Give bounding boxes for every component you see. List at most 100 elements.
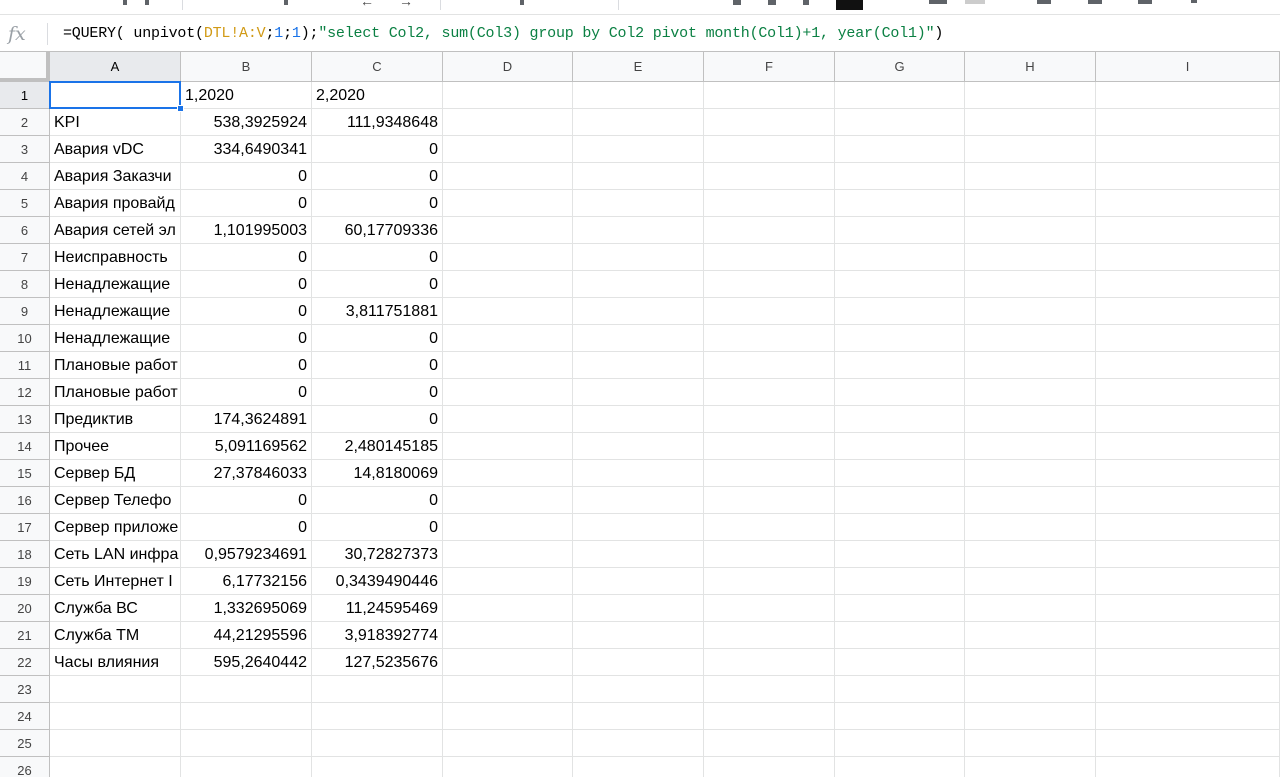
cell-a18[interactable]: Сеть LAN инфра bbox=[50, 541, 181, 568]
cell-g7[interactable] bbox=[835, 244, 965, 271]
cell-h5[interactable] bbox=[965, 190, 1096, 217]
cell-b16[interactable]: 0 bbox=[181, 487, 312, 514]
row-header-15[interactable]: 15 bbox=[0, 460, 50, 487]
cell-h14[interactable] bbox=[965, 433, 1096, 460]
cell-g14[interactable] bbox=[835, 433, 965, 460]
cell-e2[interactable] bbox=[573, 109, 704, 136]
cell-e22[interactable] bbox=[573, 649, 704, 676]
cell-h25[interactable] bbox=[965, 730, 1096, 757]
cell-a16[interactable]: Сервер Телефо bbox=[50, 487, 181, 514]
cell-i25[interactable] bbox=[1096, 730, 1280, 757]
cell-d20[interactable] bbox=[443, 595, 573, 622]
cell-c16[interactable]: 0 bbox=[312, 487, 443, 514]
cell-f16[interactable] bbox=[704, 487, 835, 514]
cell-b8[interactable]: 0 bbox=[181, 271, 312, 298]
cell-e9[interactable] bbox=[573, 298, 704, 325]
toolbar-icon[interactable] bbox=[123, 0, 127, 5]
row-header-14[interactable]: 14 bbox=[0, 433, 50, 460]
row-header-19[interactable]: 19 bbox=[0, 568, 50, 595]
cell-a9[interactable]: Ненадлежащие bbox=[50, 298, 181, 325]
cell-f17[interactable] bbox=[704, 514, 835, 541]
cell-i15[interactable] bbox=[1096, 460, 1280, 487]
cell-c3[interactable]: 0 bbox=[312, 136, 443, 163]
cell-f2[interactable] bbox=[704, 109, 835, 136]
cell-g6[interactable] bbox=[835, 217, 965, 244]
row-header-22[interactable]: 22 bbox=[0, 649, 50, 676]
cell-h11[interactable] bbox=[965, 352, 1096, 379]
cell-b14[interactable]: 5,091169562 bbox=[181, 433, 312, 460]
row-header-17[interactable]: 17 bbox=[0, 514, 50, 541]
column-header-h[interactable]: H bbox=[965, 52, 1096, 82]
cell-h3[interactable] bbox=[965, 136, 1096, 163]
cell-e23[interactable] bbox=[573, 676, 704, 703]
row-header-20[interactable]: 20 bbox=[0, 595, 50, 622]
cell-e1[interactable] bbox=[573, 82, 704, 109]
cell-c1[interactable]: 2,2020 bbox=[312, 82, 443, 109]
cell-b5[interactable]: 0 bbox=[181, 190, 312, 217]
cell-f13[interactable] bbox=[704, 406, 835, 433]
row-header-12[interactable]: 12 bbox=[0, 379, 50, 406]
column-header-i[interactable]: I bbox=[1096, 52, 1280, 82]
column-header-f[interactable]: F bbox=[704, 52, 835, 82]
cell-d16[interactable] bbox=[443, 487, 573, 514]
cell-e21[interactable] bbox=[573, 622, 704, 649]
cell-h21[interactable] bbox=[965, 622, 1096, 649]
borders-icon[interactable] bbox=[965, 0, 985, 4]
cell-f5[interactable] bbox=[704, 190, 835, 217]
cell-g26[interactable] bbox=[835, 757, 965, 777]
cell-b4[interactable]: 0 bbox=[181, 163, 312, 190]
row-header-5[interactable]: 5 bbox=[0, 190, 50, 217]
cell-c14[interactable]: 2,480145185 bbox=[312, 433, 443, 460]
cell-i17[interactable] bbox=[1096, 514, 1280, 541]
cell-c20[interactable]: 11,24595469 bbox=[312, 595, 443, 622]
cell-a20[interactable]: Служба ВС bbox=[50, 595, 181, 622]
cell-b18[interactable]: 0,9579234691 bbox=[181, 541, 312, 568]
cell-i5[interactable] bbox=[1096, 190, 1280, 217]
rotate-icon[interactable] bbox=[1191, 0, 1197, 3]
cell-b13[interactable]: 174,3624891 bbox=[181, 406, 312, 433]
cell-e19[interactable] bbox=[573, 568, 704, 595]
cell-d1[interactable] bbox=[443, 82, 573, 109]
cell-b20[interactable]: 1,332695069 bbox=[181, 595, 312, 622]
cell-i3[interactable] bbox=[1096, 136, 1280, 163]
cell-g16[interactable] bbox=[835, 487, 965, 514]
cell-g1[interactable] bbox=[835, 82, 965, 109]
cell-e8[interactable] bbox=[573, 271, 704, 298]
italic-icon[interactable] bbox=[768, 0, 776, 5]
cell-d12[interactable] bbox=[443, 379, 573, 406]
cell-c5[interactable]: 0 bbox=[312, 190, 443, 217]
cell-a17[interactable]: Сервер приложе bbox=[50, 514, 181, 541]
column-header-e[interactable]: E bbox=[573, 52, 704, 82]
cell-h23[interactable] bbox=[965, 676, 1096, 703]
cell-d25[interactable] bbox=[443, 730, 573, 757]
cell-b6[interactable]: 1,101995003 bbox=[181, 217, 312, 244]
cell-b10[interactable]: 0 bbox=[181, 325, 312, 352]
cell-d14[interactable] bbox=[443, 433, 573, 460]
cell-i21[interactable] bbox=[1096, 622, 1280, 649]
cell-b21[interactable]: 44,21295596 bbox=[181, 622, 312, 649]
cell-f15[interactable] bbox=[704, 460, 835, 487]
cell-f22[interactable] bbox=[704, 649, 835, 676]
cell-a19[interactable]: Сеть Интернет I bbox=[50, 568, 181, 595]
row-header-7[interactable]: 7 bbox=[0, 244, 50, 271]
row-header-18[interactable]: 18 bbox=[0, 541, 50, 568]
cell-h7[interactable] bbox=[965, 244, 1096, 271]
cell-d6[interactable] bbox=[443, 217, 573, 244]
cell-d26[interactable] bbox=[443, 757, 573, 777]
valign-icon[interactable] bbox=[1088, 0, 1102, 4]
cell-h16[interactable] bbox=[965, 487, 1096, 514]
cell-b17[interactable]: 0 bbox=[181, 514, 312, 541]
cell-b7[interactable]: 0 bbox=[181, 244, 312, 271]
cell-e6[interactable] bbox=[573, 217, 704, 244]
row-header-11[interactable]: 11 bbox=[0, 352, 50, 379]
cell-d3[interactable] bbox=[443, 136, 573, 163]
cell-f12[interactable] bbox=[704, 379, 835, 406]
cell-i20[interactable] bbox=[1096, 595, 1280, 622]
cell-d22[interactable] bbox=[443, 649, 573, 676]
cell-f7[interactable] bbox=[704, 244, 835, 271]
cell-c19[interactable]: 0,3439490446 bbox=[312, 568, 443, 595]
cell-i18[interactable] bbox=[1096, 541, 1280, 568]
cell-i13[interactable] bbox=[1096, 406, 1280, 433]
wrap-icon[interactable] bbox=[1138, 0, 1152, 4]
cell-i16[interactable] bbox=[1096, 487, 1280, 514]
